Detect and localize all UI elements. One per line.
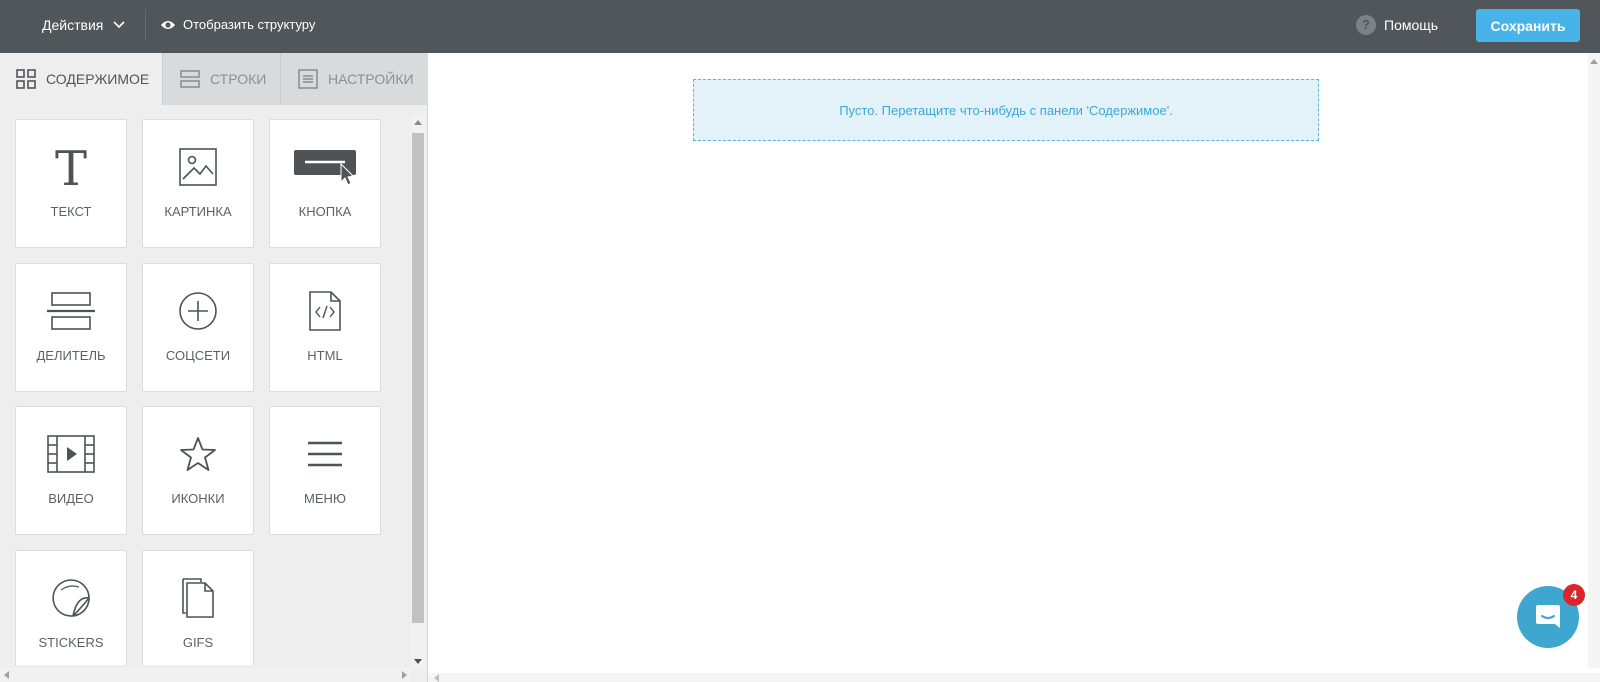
block-label: КНОПКА (298, 204, 352, 219)
block-social[interactable]: СОЦСЕТИ (142, 263, 254, 392)
block-label: СОЦСЕТИ (165, 348, 231, 363)
scroll-down-arrow-icon[interactable] (414, 659, 422, 664)
video-icon (16, 429, 126, 479)
block-button[interactable]: КНОПКА (269, 119, 381, 248)
block-divider[interactable]: ДЕЛИТЕЛЬ (15, 263, 127, 392)
actions-dropdown[interactable]: Действия (42, 0, 125, 49)
scroll-left-arrow-icon[interactable] (4, 671, 9, 679)
side-panel: СОДЕРЖИМОЕ СТРОКИ НАСТРОЙКИ T ТЕКСТ КАРТ… (0, 53, 428, 682)
block-menu[interactable]: МЕНЮ (269, 406, 381, 535)
menu-icon (270, 429, 380, 479)
top-toolbar: Действия Отобразить структуру ? Помощь С… (0, 0, 1600, 53)
scroll-right-arrow-icon[interactable] (402, 671, 407, 679)
scrollbar-thumb[interactable] (412, 133, 424, 623)
divider-icon (16, 286, 126, 336)
block-icons[interactable]: ИКОНКИ (142, 406, 254, 535)
eye-icon (161, 20, 175, 29)
block-label: ВИДЕО (48, 491, 94, 506)
button-icon (270, 142, 380, 192)
star-icon (143, 429, 253, 479)
sticker-icon (16, 573, 126, 623)
scroll-left-arrow-icon[interactable] (434, 674, 439, 682)
block-video[interactable]: ВИДЕО (15, 406, 127, 535)
block-image[interactable]: КАРТИНКА (142, 119, 254, 248)
canvas-horizontal-scrollbar[interactable] (428, 673, 1600, 682)
tab-content[interactable]: СОДЕРЖИМОЕ (0, 53, 163, 105)
image-icon (143, 142, 253, 192)
tab-settings[interactable]: НАСТРОЙКИ (281, 53, 428, 105)
empty-drop-zone[interactable]: Пусто. Перетащите что-нибудь с панели 'С… (693, 79, 1319, 141)
actions-label: Действия (42, 16, 104, 33)
block-gifs[interactable]: GIFS (142, 550, 254, 665)
tab-rows-label: СТРОКИ (210, 71, 267, 87)
canvas-vertical-scrollbar[interactable] (1588, 53, 1600, 668)
block-html[interactable]: HTML (269, 263, 381, 392)
toolbar-divider (145, 9, 146, 40)
save-button[interactable]: Сохранить (1476, 9, 1580, 42)
panel-tabs: СОДЕРЖИМОЕ СТРОКИ НАСТРОЙКИ (0, 53, 428, 105)
text-icon: T (16, 142, 126, 192)
block-label: GIFS (182, 635, 214, 650)
block-text[interactable]: T ТЕКСТ (15, 119, 127, 248)
chat-bubble-icon (1536, 605, 1560, 628)
block-label: МЕНЮ (303, 491, 347, 506)
block-label: STICKERS (38, 635, 104, 650)
chevron-down-icon (113, 20, 125, 28)
editor-canvas: Пусто. Перетащите что-нибудь с панели 'С… (428, 53, 1588, 668)
tab-settings-label: НАСТРОЙКИ (328, 71, 414, 87)
block-label: HTML (307, 348, 343, 363)
content-blocks-grid: T ТЕКСТ КАРТИНКА КНОПКА ДЕЛИТЕЛЬ СОЦСЕТИ… (15, 119, 395, 665)
show-structure-toggle[interactable]: Отобразить структуру (160, 0, 315, 49)
scroll-up-arrow-icon[interactable] (1590, 59, 1598, 64)
settings-doc-icon (298, 69, 318, 89)
tab-rows[interactable]: СТРОКИ (163, 53, 281, 105)
html-file-icon (270, 286, 380, 336)
block-stickers[interactable]: STICKERS (15, 550, 127, 665)
block-label: ИКОНКИ (171, 491, 225, 506)
chat-notification-badge: 4 (1563, 584, 1585, 606)
gif-file-icon (143, 573, 253, 623)
help-label: Помощь (1384, 16, 1439, 33)
block-label: ДЕЛИТЕЛЬ (36, 348, 106, 363)
social-plus-icon (143, 286, 253, 336)
scroll-up-arrow-icon[interactable] (414, 120, 422, 125)
grid-icon (16, 69, 36, 89)
show-structure-label: Отобразить структуру (183, 17, 316, 32)
svg-text:T: T (55, 145, 87, 189)
help-icon: ? (1356, 14, 1376, 35)
block-label: КАРТИНКА (164, 204, 232, 219)
panel-horizontal-scrollbar[interactable] (0, 668, 411, 682)
rows-icon (180, 70, 200, 88)
block-label: ТЕКСТ (50, 204, 92, 219)
help-link[interactable]: ? Помощь (1356, 0, 1438, 49)
panel-vertical-scrollbar[interactable] (411, 115, 425, 669)
tab-content-label: СОДЕРЖИМОЕ (46, 71, 150, 87)
